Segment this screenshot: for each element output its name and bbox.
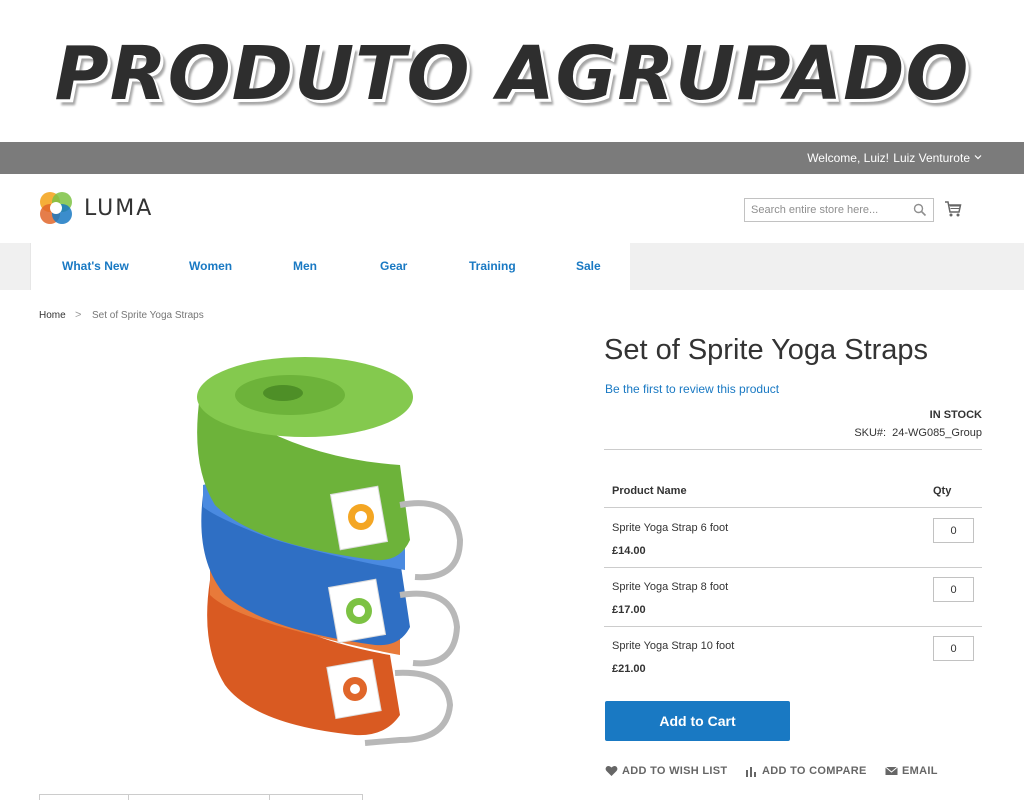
row-price: £14.00: [612, 545, 646, 557]
table-row: Sprite Yoga Strap 8 foot £17.00: [604, 568, 982, 627]
product-title: Set of Sprite Yoga Straps: [604, 334, 929, 366]
row-price: £21.00: [612, 663, 646, 675]
compare-label: ADD TO COMPARE: [762, 765, 867, 777]
qty-input[interactable]: [933, 518, 974, 543]
search-input[interactable]: [745, 199, 905, 221]
add-to-cart-button[interactable]: Add to Cart: [605, 701, 790, 741]
sku-value: 24-WG085_Group: [892, 427, 982, 439]
add-to-compare-link[interactable]: ADD TO COMPARE: [745, 765, 867, 777]
qty-input[interactable]: [933, 636, 974, 661]
product-tabs: [39, 794, 362, 800]
wishlist-label: ADD TO WISH LIST: [622, 765, 728, 777]
divider: [604, 449, 982, 450]
sku: SKU#: 24-WG085_Group: [854, 427, 982, 439]
tab-divider: [362, 794, 363, 800]
tab-divider: [269, 794, 270, 800]
qty-input[interactable]: [933, 577, 974, 602]
nav-item-gear[interactable]: Gear: [380, 259, 407, 273]
banner: PRODUTO AGRUPADO: [0, 0, 1024, 142]
envelope-icon: [885, 766, 898, 775]
search-box: [744, 198, 934, 222]
nav-item-sale[interactable]: Sale: [576, 259, 601, 273]
nav-item-training[interactable]: Training: [469, 259, 516, 273]
logo-text[interactable]: LUMA: [84, 196, 153, 221]
customer-menu-toggle[interactable]: Luiz Venturote: [893, 151, 982, 165]
sku-label: SKU#:: [854, 427, 887, 439]
row-product-name: Sprite Yoga Strap 10 foot: [612, 640, 735, 652]
column-header-product-name: Product Name: [612, 485, 687, 497]
nav-item-whats-new[interactable]: What's New: [62, 259, 129, 273]
row-product-name: Sprite Yoga Strap 8 foot: [612, 581, 729, 593]
stock-status: IN STOCK: [929, 409, 982, 421]
breadcrumb-home[interactable]: Home: [39, 310, 66, 321]
breadcrumb-separator: >: [75, 309, 82, 321]
row-product-name: Sprite Yoga Strap 6 foot: [612, 522, 729, 534]
welcome-message: Welcome, Luiz!: [807, 151, 889, 165]
cart-icon[interactable]: [944, 200, 962, 218]
tab-divider: [128, 794, 129, 800]
heart-icon: [605, 765, 618, 776]
top-bar: Welcome, Luiz! Luiz Venturote: [0, 142, 1024, 174]
main-navigation: What's New Women Men Gear Training Sale: [0, 243, 1024, 290]
product-image[interactable]: [185, 355, 485, 755]
nav-menu: What's New Women Men Gear Training Sale: [30, 243, 630, 290]
breadcrumb-current: Set of Sprite Yoga Straps: [92, 310, 204, 321]
email-link[interactable]: EMAIL: [885, 765, 938, 777]
table-row: Sprite Yoga Strap 6 foot £14.00: [604, 509, 982, 568]
chevron-down-icon[interactable]: [974, 153, 982, 161]
row-price: £17.00: [612, 604, 646, 616]
grouped-table-header: Product Name Qty: [604, 474, 982, 508]
tab-divider: [39, 794, 40, 800]
customer-name: Luiz Venturote: [893, 151, 970, 165]
banner-title: PRODUTO AGRUPADO: [54, 31, 970, 117]
table-row: Sprite Yoga Strap 10 foot £21.00: [604, 627, 982, 686]
nav-item-men[interactable]: Men: [293, 259, 317, 273]
review-link[interactable]: Be the first to review this product: [605, 382, 779, 396]
column-header-qty: Qty: [933, 485, 952, 497]
search-icon[interactable]: [913, 203, 927, 217]
compare-icon: [746, 767, 756, 777]
nav-item-women[interactable]: Women: [189, 259, 232, 273]
luma-logo-icon[interactable]: [38, 190, 74, 226]
add-to-wishlist-link[interactable]: ADD TO WISH LIST: [605, 765, 727, 777]
